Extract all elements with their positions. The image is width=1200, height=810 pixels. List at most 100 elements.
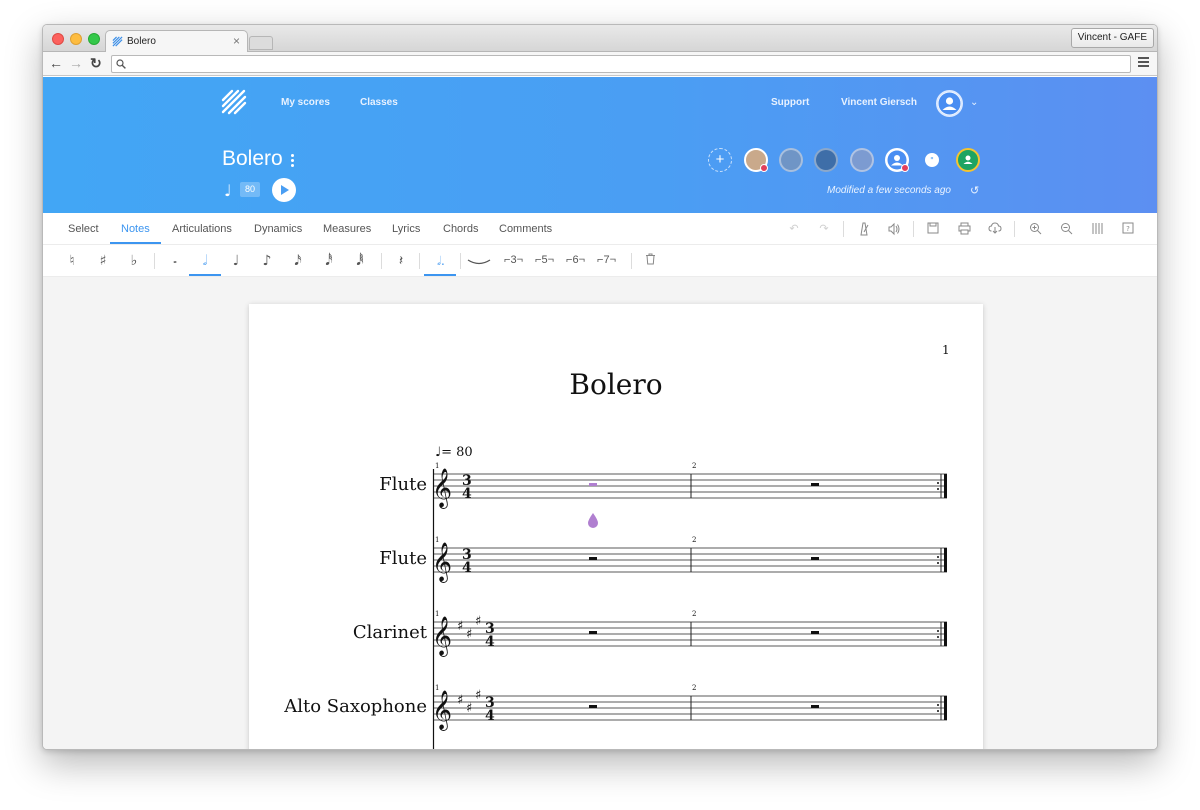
palette-divider <box>631 253 632 269</box>
minimize-window-button[interactable] <box>70 33 82 45</box>
natural-button[interactable]: ♮ <box>65 251 79 271</box>
eighth-note-button[interactable]: ♪ <box>259 251 275 271</box>
svg-text:1: 1 <box>435 536 439 544</box>
redo-icon[interactable]: ↷ <box>817 222 831 236</box>
collaborator-avatar[interactable] <box>850 148 874 172</box>
time-sig-bottom: 4 <box>462 486 472 502</box>
chat-icon[interactable]: " <box>920 148 944 172</box>
address-bar[interactable] <box>111 55 1131 73</box>
save-icon[interactable] <box>926 222 940 236</box>
new-tab-button[interactable] <box>249 36 273 50</box>
hamburger-menu-icon[interactable] <box>1138 57 1149 69</box>
browser-tab[interactable]: Bolero × <box>105 30 248 53</box>
tempo-value[interactable]: 80 <box>240 182 260 197</box>
selected-rest <box>589 483 597 486</box>
user-icon <box>938 92 961 115</box>
palette-divider <box>419 253 420 269</box>
svg-text:1: 1 <box>435 684 439 692</box>
cloud-download-icon[interactable] <box>988 222 1002 236</box>
nav-my-scores[interactable]: My scores <box>281 97 330 108</box>
flat-logo-icon[interactable] <box>221 89 247 115</box>
tab-measures[interactable]: Measures <box>323 223 371 235</box>
active-dot-indicator <box>424 274 456 276</box>
toolbar-divider <box>1014 221 1015 237</box>
collaborator-avatar[interactable] <box>885 148 909 172</box>
app-header: My scores Classes Support Vincent Giersc… <box>43 77 1157 213</box>
tab-chords[interactable]: Chords <box>443 223 478 235</box>
svg-text:1: 1 <box>435 610 439 618</box>
play-button[interactable] <box>272 178 296 202</box>
score-title[interactable]: Bolero <box>222 147 283 171</box>
palette-divider <box>154 253 155 269</box>
thirty-second-note-button[interactable]: 𝅘𝅥𝅰 <box>321 251 337 271</box>
zoom-out-icon[interactable] <box>1059 222 1073 236</box>
user-name[interactable]: Vincent Giersch <box>841 97 917 108</box>
back-arrow-icon[interactable]: ← <box>49 55 63 71</box>
undo-icon[interactable]: ↶ <box>787 222 801 236</box>
browser-tab-bar: Bolero × Vincent - GAFE <box>43 25 1157 53</box>
rest-button[interactable]: 𝄽 <box>393 251 409 271</box>
dotted-note-button[interactable]: 𝅗𝅥. <box>430 251 452 271</box>
staff-flute-1: 𝄞 3 4 1 2 <box>432 462 947 528</box>
sixteenth-note-button[interactable]: 𝅘𝅥𝅯 <box>290 251 306 271</box>
collaborator-avatar[interactable] <box>779 148 803 172</box>
forward-arrow-icon[interactable]: → <box>69 55 83 71</box>
quarter-note-button[interactable]: ♩ <box>228 251 244 271</box>
half-note-button[interactable]: 𝅗𝅥 <box>197 251 213 271</box>
chevron-down-icon[interactable]: ⌄ <box>970 97 978 108</box>
svg-text:𝄞: 𝄞 <box>432 542 452 583</box>
trash-icon[interactable] <box>643 251 657 271</box>
profile-button[interactable]: Vincent - GAFE <box>1070 28 1154 48</box>
metronome-icon[interactable] <box>857 222 871 236</box>
print-icon[interactable] <box>957 222 971 236</box>
sextuplet-button[interactable]: ⌐6¬ <box>566 254 585 266</box>
reload-icon[interactable]: ↻ <box>90 55 102 71</box>
score-canvas[interactable]: 1 Bolero ♩= 80 Flute Flute Clarinet Alto… <box>43 277 1157 750</box>
triplet-button[interactable]: ⌐3¬ <box>504 254 523 266</box>
zoom-in-icon[interactable] <box>1028 222 1042 236</box>
svg-text:2: 2 <box>692 610 696 618</box>
collaborator-avatar[interactable] <box>814 148 838 172</box>
tab-notes[interactable]: Notes <box>121 223 150 235</box>
tab-comments[interactable]: Comments <box>499 223 552 235</box>
svg-text:♯: ♯ <box>466 701 472 716</box>
sixty-fourth-note-button[interactable]: 𝅘𝅥𝅱 <box>352 251 368 271</box>
google-classroom-icon[interactable] <box>956 148 980 172</box>
more-options-icon[interactable] <box>291 154 295 169</box>
layout-icon[interactable] <box>1090 222 1104 236</box>
browser-toolbar: ← → ↻ <box>43 52 1157 76</box>
palette-divider <box>381 253 382 269</box>
flat-logo-icon <box>112 36 123 47</box>
close-window-button[interactable] <box>52 33 64 45</box>
tab-articulations[interactable]: Articulations <box>172 223 232 235</box>
measure-number: 1 <box>435 462 439 470</box>
septuplet-button[interactable]: ⌐7¬ <box>597 254 616 266</box>
svg-text:𝄞: 𝄞 <box>432 690 452 731</box>
nav-classes[interactable]: Classes <box>360 97 398 108</box>
nav-support[interactable]: Support <box>771 97 809 108</box>
whole-note-button[interactable]: 𝅝 <box>167 251 183 271</box>
help-icon[interactable]: ? <box>1121 222 1135 236</box>
maximize-window-button[interactable] <box>88 33 100 45</box>
quintuplet-button[interactable]: ⌐5¬ <box>535 254 554 266</box>
sharp-button[interactable]: ♯ <box>96 251 110 271</box>
collaborator-avatar[interactable] <box>744 148 768 172</box>
score-page[interactable]: 1 Bolero ♩= 80 Flute Flute Clarinet Alto… <box>249 304 983 750</box>
flat-button[interactable]: ♭ <box>127 251 141 271</box>
history-icon[interactable]: ↺ <box>970 184 979 197</box>
svg-text:♯: ♯ <box>466 627 472 642</box>
tie-button[interactable] <box>466 251 492 271</box>
close-tab-icon[interactable]: × <box>233 34 240 48</box>
tab-lyrics[interactable]: Lyrics <box>392 223 420 235</box>
svg-text:♯: ♯ <box>475 614 481 629</box>
toolbar-divider <box>913 221 914 237</box>
score-staves[interactable]: 𝄞 3 4 1 2 𝄞 3 4 1 2 𝄞 ♯ ♯ ♯ 3 4 1 2 𝄞 ♯ … <box>249 304 983 750</box>
tab-dynamics[interactable]: Dynamics <box>254 223 302 235</box>
staff-alto-saxophone: 𝄞 ♯ ♯ ♯ 3 4 1 2 <box>432 684 947 731</box>
last-modified-text: Modified a few seconds ago <box>827 185 951 196</box>
sound-icon[interactable] <box>887 222 901 236</box>
avatar[interactable] <box>936 90 963 117</box>
add-collaborator-button[interactable]: + <box>708 148 732 172</box>
tab-select[interactable]: Select <box>68 223 99 235</box>
cursor-drop-icon <box>588 513 598 528</box>
